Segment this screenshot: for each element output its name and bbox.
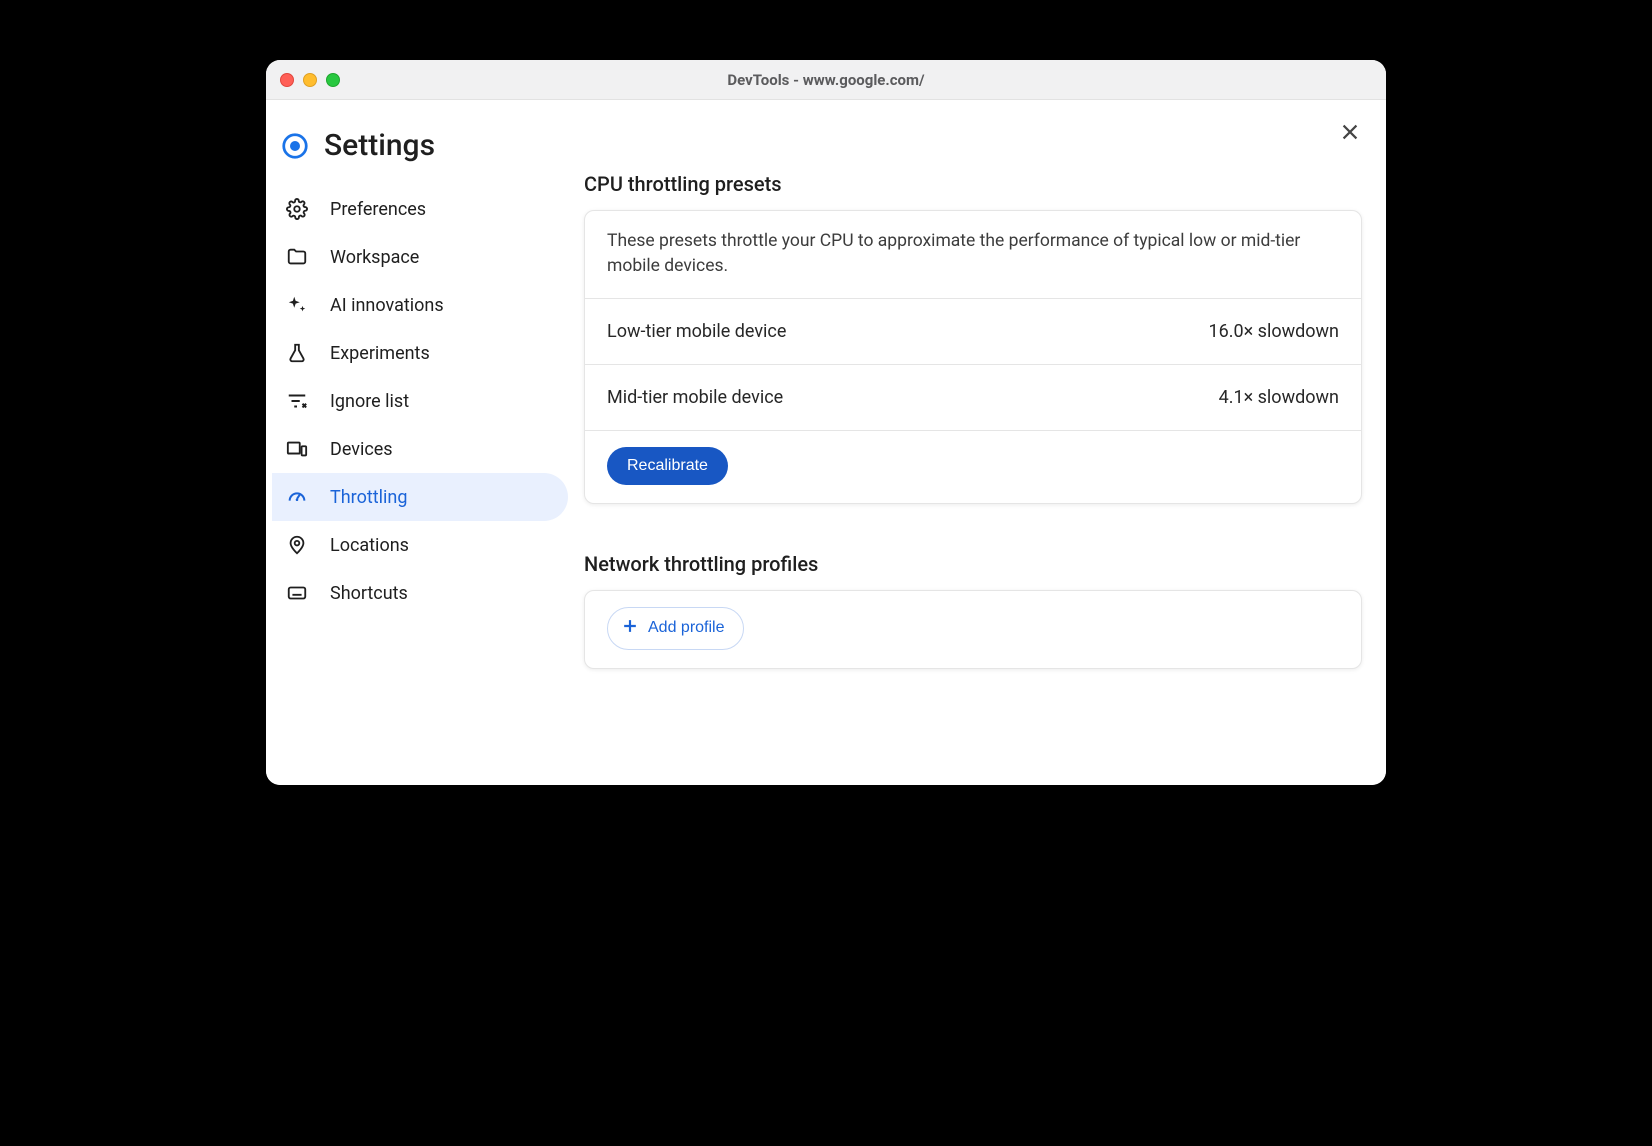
preset-row-mid-tier: Mid-tier mobile device 4.1× slowdown (585, 364, 1361, 430)
devtools-icon (280, 131, 310, 161)
settings-main: CPU throttling presets These presets thr… (576, 100, 1386, 785)
sidebar-item-label: Locations (330, 535, 409, 556)
network-section-title: Network throttling profiles (584, 552, 1362, 576)
preset-value: 16.0× slowdown (1208, 321, 1339, 342)
pin-icon (286, 534, 308, 556)
cpu-throttling-section: CPU throttling presets These presets thr… (584, 172, 1362, 504)
plus-icon (620, 616, 640, 641)
window-titlebar: DevTools - www.google.com/ (266, 60, 1386, 100)
gear-icon (286, 198, 308, 220)
cpu-presets-card: These presets throttle your CPU to appro… (584, 210, 1362, 504)
sidebar-item-label: Workspace (330, 247, 419, 268)
cpu-section-title: CPU throttling presets (584, 172, 1362, 196)
sidebar-item-label: Throttling (330, 487, 407, 508)
cpu-presets-description: These presets throttle your CPU to appro… (585, 211, 1361, 298)
preset-name: Low-tier mobile device (607, 321, 786, 342)
sidebar-item-locations[interactable]: Locations (272, 521, 568, 569)
close-window-button[interactable] (280, 73, 294, 87)
close-settings-button[interactable] (1336, 118, 1364, 146)
sidebar-item-label: Preferences (330, 199, 426, 220)
minimize-window-button[interactable] (303, 73, 317, 87)
sidebar-item-throttling[interactable]: Throttling (272, 473, 568, 521)
settings-sidebar: Settings Preferences Workspace (266, 100, 576, 785)
window-title: DevTools - www.google.com/ (266, 71, 1386, 89)
maximize-window-button[interactable] (326, 73, 340, 87)
sidebar-item-experiments[interactable]: Experiments (272, 329, 568, 377)
preset-row-low-tier: Low-tier mobile device 16.0× slowdown (585, 298, 1361, 364)
add-profile-label: Add profile (648, 619, 725, 637)
settings-nav: Preferences Workspace AI innovations (272, 185, 568, 617)
filter-x-icon (286, 390, 308, 412)
network-throttling-section: Network throttling profiles Add profile (584, 552, 1362, 669)
sidebar-item-label: AI innovations (330, 295, 444, 316)
close-icon (1339, 121, 1361, 143)
folder-icon (286, 246, 308, 268)
sidebar-item-shortcuts[interactable]: Shortcuts (272, 569, 568, 617)
network-profiles-card: Add profile (584, 590, 1362, 669)
sparkle-icon (286, 294, 308, 316)
flask-icon (286, 342, 308, 364)
sidebar-item-label: Ignore list (330, 391, 409, 412)
preset-name: Mid-tier mobile device (607, 387, 783, 408)
sidebar-item-label: Shortcuts (330, 583, 408, 604)
traffic-lights (280, 73, 340, 87)
settings-content: Settings Preferences Workspace (266, 100, 1386, 785)
recalibrate-button[interactable]: Recalibrate (607, 447, 728, 485)
sidebar-item-ignore-list[interactable]: Ignore list (272, 377, 568, 425)
preset-value: 4.1× slowdown (1219, 387, 1339, 408)
gauge-icon (286, 486, 308, 508)
devtools-settings-window: DevTools - www.google.com/ Settings (266, 60, 1386, 785)
sidebar-item-devices[interactable]: Devices (272, 425, 568, 473)
add-profile-button[interactable]: Add profile (607, 607, 744, 650)
sidebar-item-label: Experiments (330, 343, 430, 364)
sidebar-item-ai-innovations[interactable]: AI innovations (272, 281, 568, 329)
keyboard-icon (286, 582, 308, 604)
cpu-card-footer: Recalibrate (585, 430, 1361, 503)
devices-icon (286, 438, 308, 460)
settings-header: Settings (272, 122, 568, 185)
sidebar-item-label: Devices (330, 439, 393, 460)
sidebar-item-workspace[interactable]: Workspace (272, 233, 568, 281)
page-title: Settings (324, 128, 435, 163)
sidebar-item-preferences[interactable]: Preferences (272, 185, 568, 233)
